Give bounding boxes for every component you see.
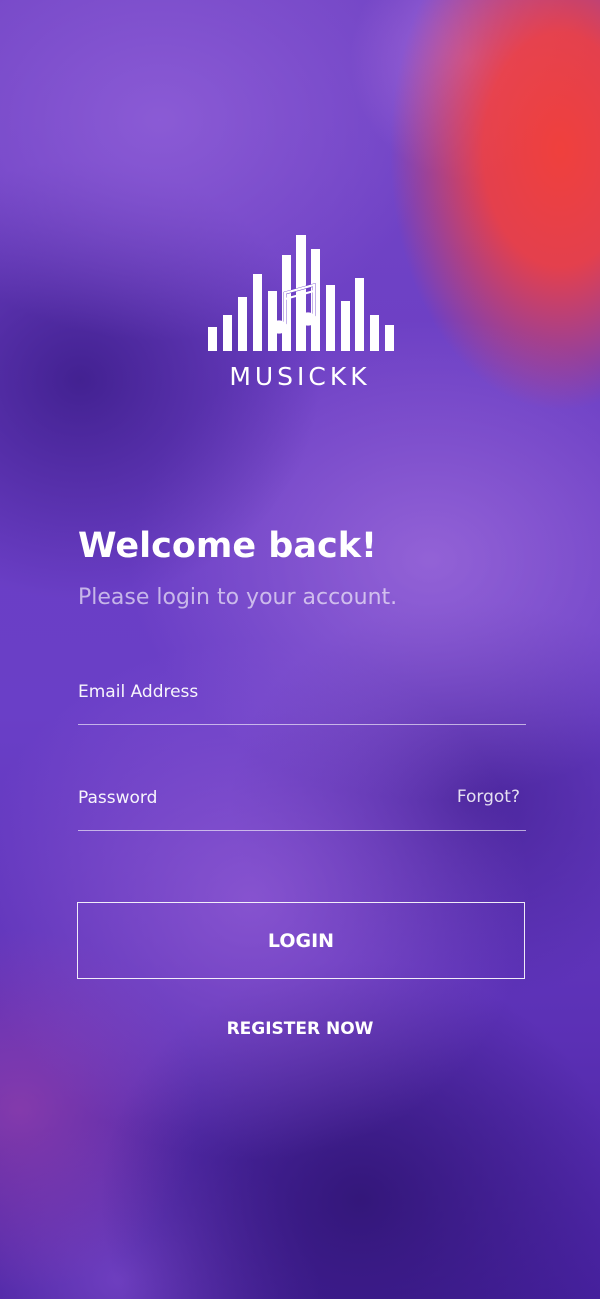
login-screen: MUSICKK Welcome back! Please login to yo… <box>0 0 600 1299</box>
brand-name: MUSICKK <box>229 362 371 391</box>
email-field <box>78 678 526 725</box>
login-button-label: LOGIN <box>267 929 335 952</box>
password-input[interactable] <box>78 784 438 812</box>
equalizer-music-note-icon <box>208 235 394 351</box>
forgot-password-link[interactable]: Forgot? <box>457 787 520 807</box>
login-button[interactable]: LOGIN <box>77 902 525 979</box>
password-field: Forgot? <box>78 784 526 831</box>
login-subheading: Please login to your account. <box>78 585 398 610</box>
welcome-heading: Welcome back! <box>78 526 377 566</box>
email-input[interactable] <box>78 678 438 706</box>
register-now-link[interactable]: REGISTER NOW <box>0 1019 600 1039</box>
